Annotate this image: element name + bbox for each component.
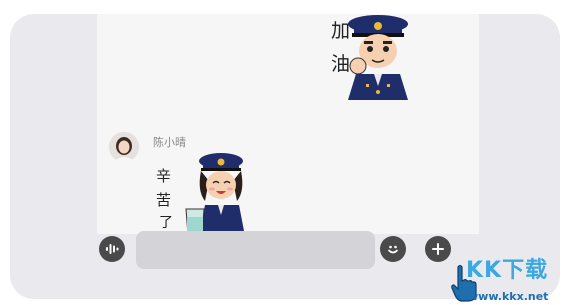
watermark-url: www.kkx.net [468,290,549,303]
avatar-image [109,132,139,162]
officer-sticker[interactable] [183,151,253,236]
message-input[interactable] [136,231,375,269]
message-list[interactable]: 加 油 陈小晴 辛 苦 了 [97,14,479,236]
watermark-brand: KK下载 [466,258,549,283]
more-button[interactable] [425,236,451,262]
emoji-button[interactable] [380,236,406,262]
voice-icon [106,244,119,254]
sender-name: 陈小晴 [153,136,186,149]
officer-sticker[interactable] [326,14,426,100]
plus-icon [432,243,444,255]
sticker-text-line: 了 [159,215,173,231]
avatar[interactable] [109,132,139,162]
sticker-text-line: 苦 [156,191,172,209]
voice-button[interactable] [99,236,125,262]
sticker-text-line: 辛 [156,167,172,185]
emoji-icon [388,245,398,254]
